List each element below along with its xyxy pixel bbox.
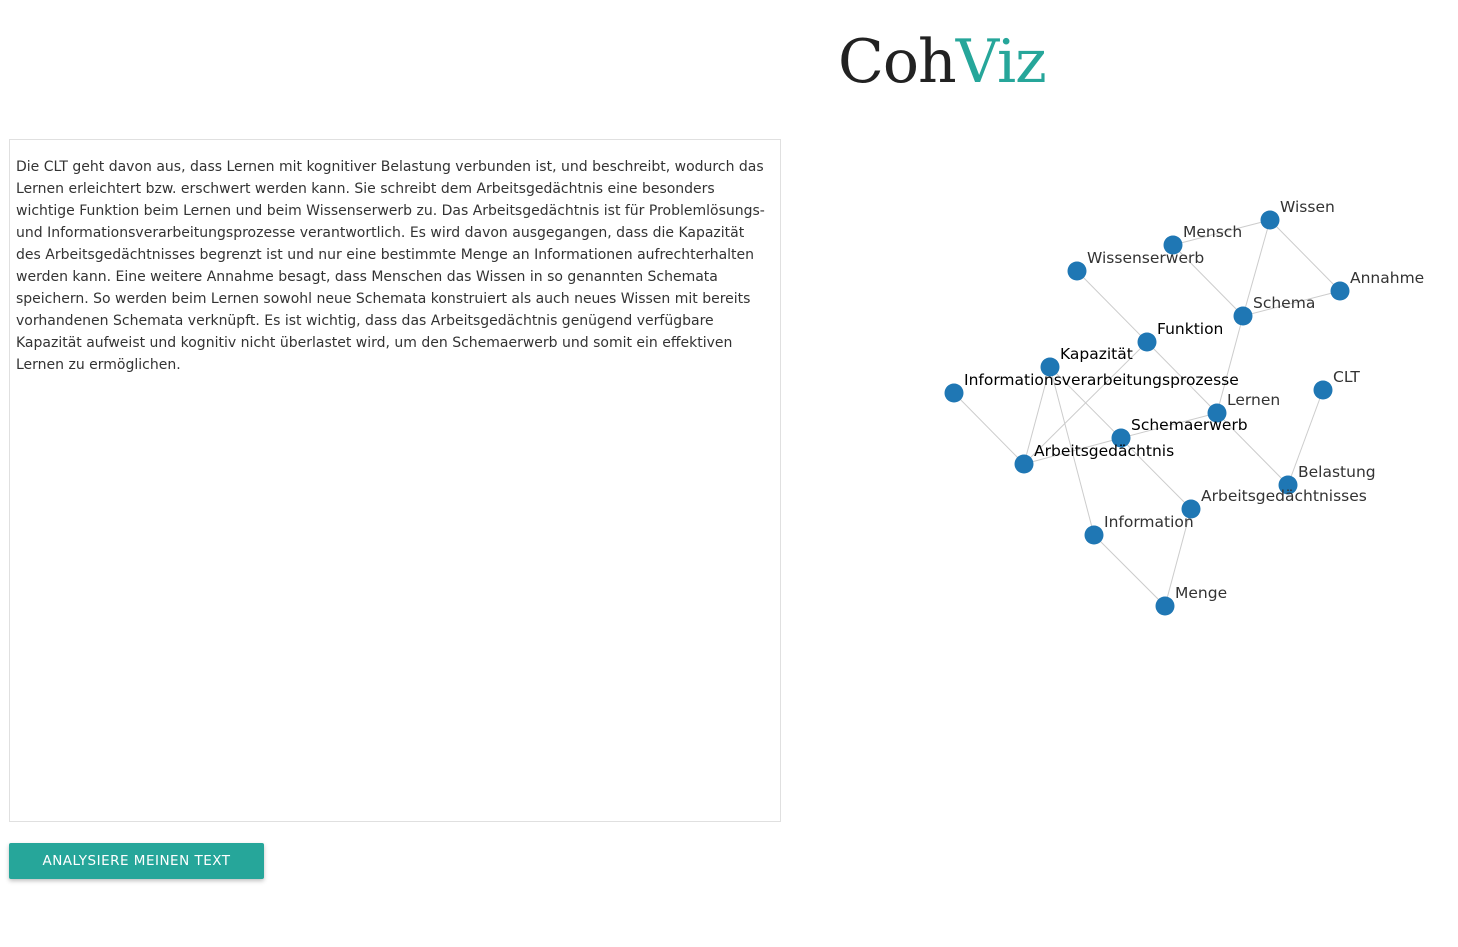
text-input-area[interactable]: Die CLT geht davon aus, dass Lernen mit … [9, 139, 781, 822]
graph-node-dot[interactable] [1260, 210, 1280, 230]
graph-node-label: Informationsverarbeitungsprozesse [964, 371, 1239, 389]
graph-node-dot[interactable] [1330, 281, 1350, 301]
graph-node-label: Annahme [1350, 269, 1424, 287]
graph-node-label: Menge [1175, 584, 1227, 602]
graph-node-dot[interactable] [1084, 525, 1104, 545]
graph-node-dot[interactable] [1014, 454, 1034, 474]
graph-node-schema[interactable]: Schema [1233, 294, 1316, 326]
graph-node-label: Wissenserwerb [1087, 249, 1204, 267]
graph-node-wissenserwerb[interactable]: Wissenserwerb [1067, 249, 1205, 281]
graph-node-arbeitsgedaechtnis[interactable]: Arbeitsgedächtnis [1014, 442, 1175, 474]
graph-edge [1269, 219, 1341, 292]
graph-node-label: Schemaerwerb [1131, 416, 1248, 434]
graph-node-label: Mensch [1183, 223, 1242, 241]
graph-node-label: Arbeitsgedächtnis [1034, 442, 1174, 460]
graph-edge [953, 392, 1025, 465]
graph-node-label: CLT [1333, 368, 1360, 386]
logo-text-viz: Viz [955, 27, 1047, 97]
analyze-text-button[interactable]: Analysiere meinen Text [9, 843, 264, 879]
graph-node-dot[interactable] [1067, 261, 1087, 281]
graph-node-dot[interactable] [1313, 380, 1333, 400]
graph-node-label: Kapazität [1060, 345, 1133, 363]
graph-node-informationsverarbeitungsprozesse[interactable]: Informationsverarbeitungsprozesse [944, 371, 1239, 403]
graph-node-label: Belastung [1298, 463, 1376, 481]
graph-node-dot[interactable] [1137, 332, 1157, 352]
app-logo: CohViz [838, 24, 1047, 100]
text-input-value[interactable]: Die CLT geht davon aus, dass Lernen mit … [16, 159, 765, 373]
graph-node-information[interactable]: Information [1084, 513, 1194, 545]
graph-node-label: Arbeitsgedächtnisses [1201, 487, 1367, 505]
graph-node-dot[interactable] [1155, 596, 1175, 616]
graph-node-label: Schema [1253, 294, 1315, 312]
graph-node-arbeitsgedaechtnisses[interactable]: Arbeitsgedächtnisses [1181, 487, 1367, 519]
logo-text-coh: Coh [838, 27, 957, 97]
graph-node-wissen[interactable]: Wissen [1260, 198, 1335, 230]
graph-edge [1093, 534, 1166, 607]
graph-edge [1076, 270, 1148, 343]
graph-node-funktion[interactable]: Funktion [1137, 320, 1224, 352]
graph-node-dot[interactable] [1233, 306, 1253, 326]
graph-node-label: Funktion [1157, 320, 1223, 338]
graph-node-menge[interactable]: Menge [1155, 584, 1228, 616]
graph-node-label: Information [1104, 513, 1194, 531]
graph-nodes[interactable]: Wissen Mensch Wissenserwerb Annahme Schema Fu… [944, 198, 1425, 616]
graph-node-clt[interactable]: CLT [1313, 368, 1361, 400]
graph-node-label: Wissen [1280, 198, 1335, 216]
graph-node-label: Lernen [1227, 391, 1280, 409]
graph-node-annahme[interactable]: Annahme [1330, 269, 1425, 301]
graph-edges [953, 219, 1341, 607]
graph-node-dot[interactable] [944, 383, 964, 403]
